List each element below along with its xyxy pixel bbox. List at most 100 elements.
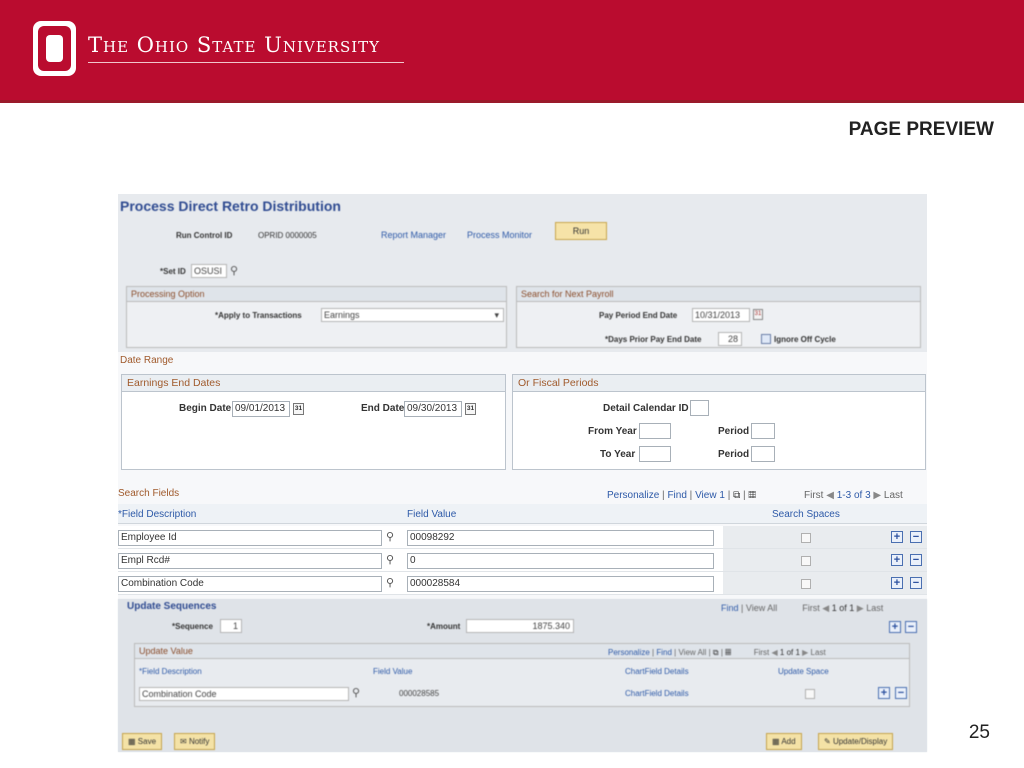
to-period-input[interactable] [751, 446, 775, 462]
find-link[interactable]: Find [667, 490, 686, 501]
apply-to-transactions-value: Earnings [324, 310, 360, 320]
new-window-icon[interactable]: ⧉ [733, 490, 740, 501]
apply-to-transactions-select[interactable]: Earnings ▾ [321, 308, 504, 322]
plus-icon[interactable]: + [891, 577, 903, 589]
search-spaces-checkbox[interactable] [801, 533, 811, 543]
ignore-off-cycle-checkbox[interactable] [761, 334, 771, 344]
add-icon: ▦ [772, 737, 780, 746]
chevron-right-icon[interactable]: ▶ [873, 490, 881, 501]
magnifier-icon[interactable]: ⚲ [352, 686, 360, 699]
last-label[interactable]: Last [884, 490, 903, 501]
update-space-checkbox[interactable] [805, 689, 815, 699]
set-id-input[interactable]: OSUSI [191, 264, 227, 278]
save-label: Save [137, 737, 157, 746]
table-row: Empl Rcd# ⚲ 0 + − [118, 549, 927, 572]
from-year-input[interactable] [639, 423, 671, 439]
magnifier-icon[interactable]: ⚲ [386, 530, 394, 543]
save-icon: ▦ [128, 737, 136, 746]
pay-period-end-date-input[interactable]: 10/31/2013 [692, 308, 750, 322]
first-label[interactable]: First [802, 603, 820, 613]
begin-date-label: Begin Date [179, 403, 232, 414]
search-next-payroll-title: Search for Next Payroll [517, 287, 920, 302]
begin-date-input[interactable]: 09/01/2013 [232, 401, 290, 417]
days-prior-label: *Days Prior Pay End Date [605, 335, 702, 344]
processing-option-title: Processing Option [127, 287, 506, 302]
search-spaces-checkbox[interactable] [801, 556, 811, 566]
detail-calendar-id-input[interactable] [690, 400, 709, 416]
plus-icon[interactable]: + [889, 621, 901, 633]
field-value-input[interactable]: 00098292 [407, 530, 714, 546]
chartfield-details-link[interactable]: ChartField Details [625, 689, 689, 698]
calendar-icon[interactable]: 31 [753, 309, 763, 320]
calendar-icon[interactable]: 31 [465, 403, 476, 415]
fiscal-periods-box: Or Fiscal Periods Detail Calendar ID Fro… [512, 374, 926, 470]
end-date-input[interactable]: 09/30/2013 [404, 401, 462, 417]
grid-download-icon[interactable]: ▦ [748, 490, 756, 501]
field-value-input[interactable]: 0 [407, 553, 714, 569]
process-monitor-link[interactable]: Process Monitor [467, 230, 532, 240]
field-value-text: 000028585 [399, 689, 440, 698]
detail-calendar-id-label: Detail Calendar ID [603, 403, 689, 414]
from-period-label: Period [718, 426, 750, 437]
field-description-input[interactable]: Combination Code [139, 687, 349, 701]
field-value-input[interactable]: 000028584 [407, 576, 714, 592]
plus-icon[interactable]: + [891, 531, 903, 543]
field-description-input[interactable]: Combination Code [118, 576, 382, 592]
new-window-icon[interactable]: ⧉ [713, 648, 719, 657]
add-button[interactable]: ▦ Add [766, 733, 802, 750]
amount-input[interactable]: 1875.340 [466, 619, 574, 633]
search-spaces-checkbox[interactable] [801, 579, 811, 589]
chevron-left-icon[interactable]: ◀ [822, 603, 829, 613]
col-chartfield-details: ChartField Details [625, 667, 689, 676]
view-all-link[interactable]: View All [678, 648, 706, 657]
chevron-left-icon[interactable]: ◀ [826, 490, 834, 501]
view-all-link[interactable]: View All [746, 603, 777, 613]
processing-option-box: Processing Option *Apply to Transactions… [126, 286, 507, 348]
field-description-input[interactable]: Employee Id [118, 530, 382, 546]
last-label[interactable]: Last [811, 648, 826, 657]
chevron-right-icon[interactable]: ▶ [857, 603, 864, 613]
minus-icon[interactable]: − [895, 687, 907, 699]
sequence-input[interactable]: 1 [220, 619, 242, 633]
first-label[interactable]: First [804, 490, 823, 501]
to-period-label: Period [718, 449, 750, 460]
personalize-link[interactable]: Personalize [607, 490, 659, 501]
col-field-description: *Field Description [118, 509, 197, 520]
magnifier-icon[interactable]: ⚲ [386, 576, 394, 589]
sequence-label: *Sequence [172, 622, 213, 631]
run-button[interactable]: Run [555, 222, 607, 240]
from-period-input[interactable] [751, 423, 775, 439]
find-link[interactable]: Find [656, 648, 672, 657]
plus-icon[interactable]: + [891, 554, 903, 566]
personalize-link[interactable]: Personalize [608, 648, 650, 657]
chevron-down-icon: ▾ [494, 310, 499, 320]
find-link[interactable]: Find [721, 603, 739, 613]
end-date-label: End Date [361, 403, 405, 414]
first-label[interactable]: First [754, 648, 770, 657]
earnings-end-dates-title: Earnings End Dates [122, 375, 505, 392]
minus-icon[interactable]: − [910, 554, 922, 566]
view-link[interactable]: View 1 [695, 490, 725, 501]
update-sequences-region: Update Sequences Find | View All First ◀… [118, 599, 927, 752]
col-field-description: *Field Description [139, 667, 202, 676]
save-button[interactable]: ▦ Save [122, 733, 163, 750]
chevron-left-icon[interactable]: ◀ [772, 648, 778, 657]
magnifier-icon[interactable]: ⚲ [386, 553, 394, 566]
days-prior-input[interactable]: 28 [718, 332, 742, 346]
set-id-label: *Set ID [160, 267, 186, 276]
minus-icon[interactable]: − [910, 577, 922, 589]
notify-button[interactable]: ✉ Notify [174, 733, 216, 750]
report-manager-link[interactable]: Report Manager [381, 230, 446, 240]
minus-icon[interactable]: − [910, 531, 922, 543]
apply-to-transactions-label: *Apply to Transactions [215, 311, 302, 320]
magnifier-icon[interactable]: ⚲ [230, 264, 238, 277]
update-display-button[interactable]: ✎ Update/Display [818, 733, 894, 750]
minus-icon[interactable]: − [905, 621, 917, 633]
chevron-right-icon[interactable]: ▶ [802, 648, 808, 657]
last-label[interactable]: Last [866, 603, 883, 613]
grid-download-icon[interactable]: ▦ [725, 648, 731, 657]
field-description-input[interactable]: Empl Rcd# [118, 553, 382, 569]
to-year-input[interactable] [639, 446, 671, 462]
plus-icon[interactable]: + [878, 687, 890, 699]
calendar-icon[interactable]: 31 [293, 403, 304, 415]
